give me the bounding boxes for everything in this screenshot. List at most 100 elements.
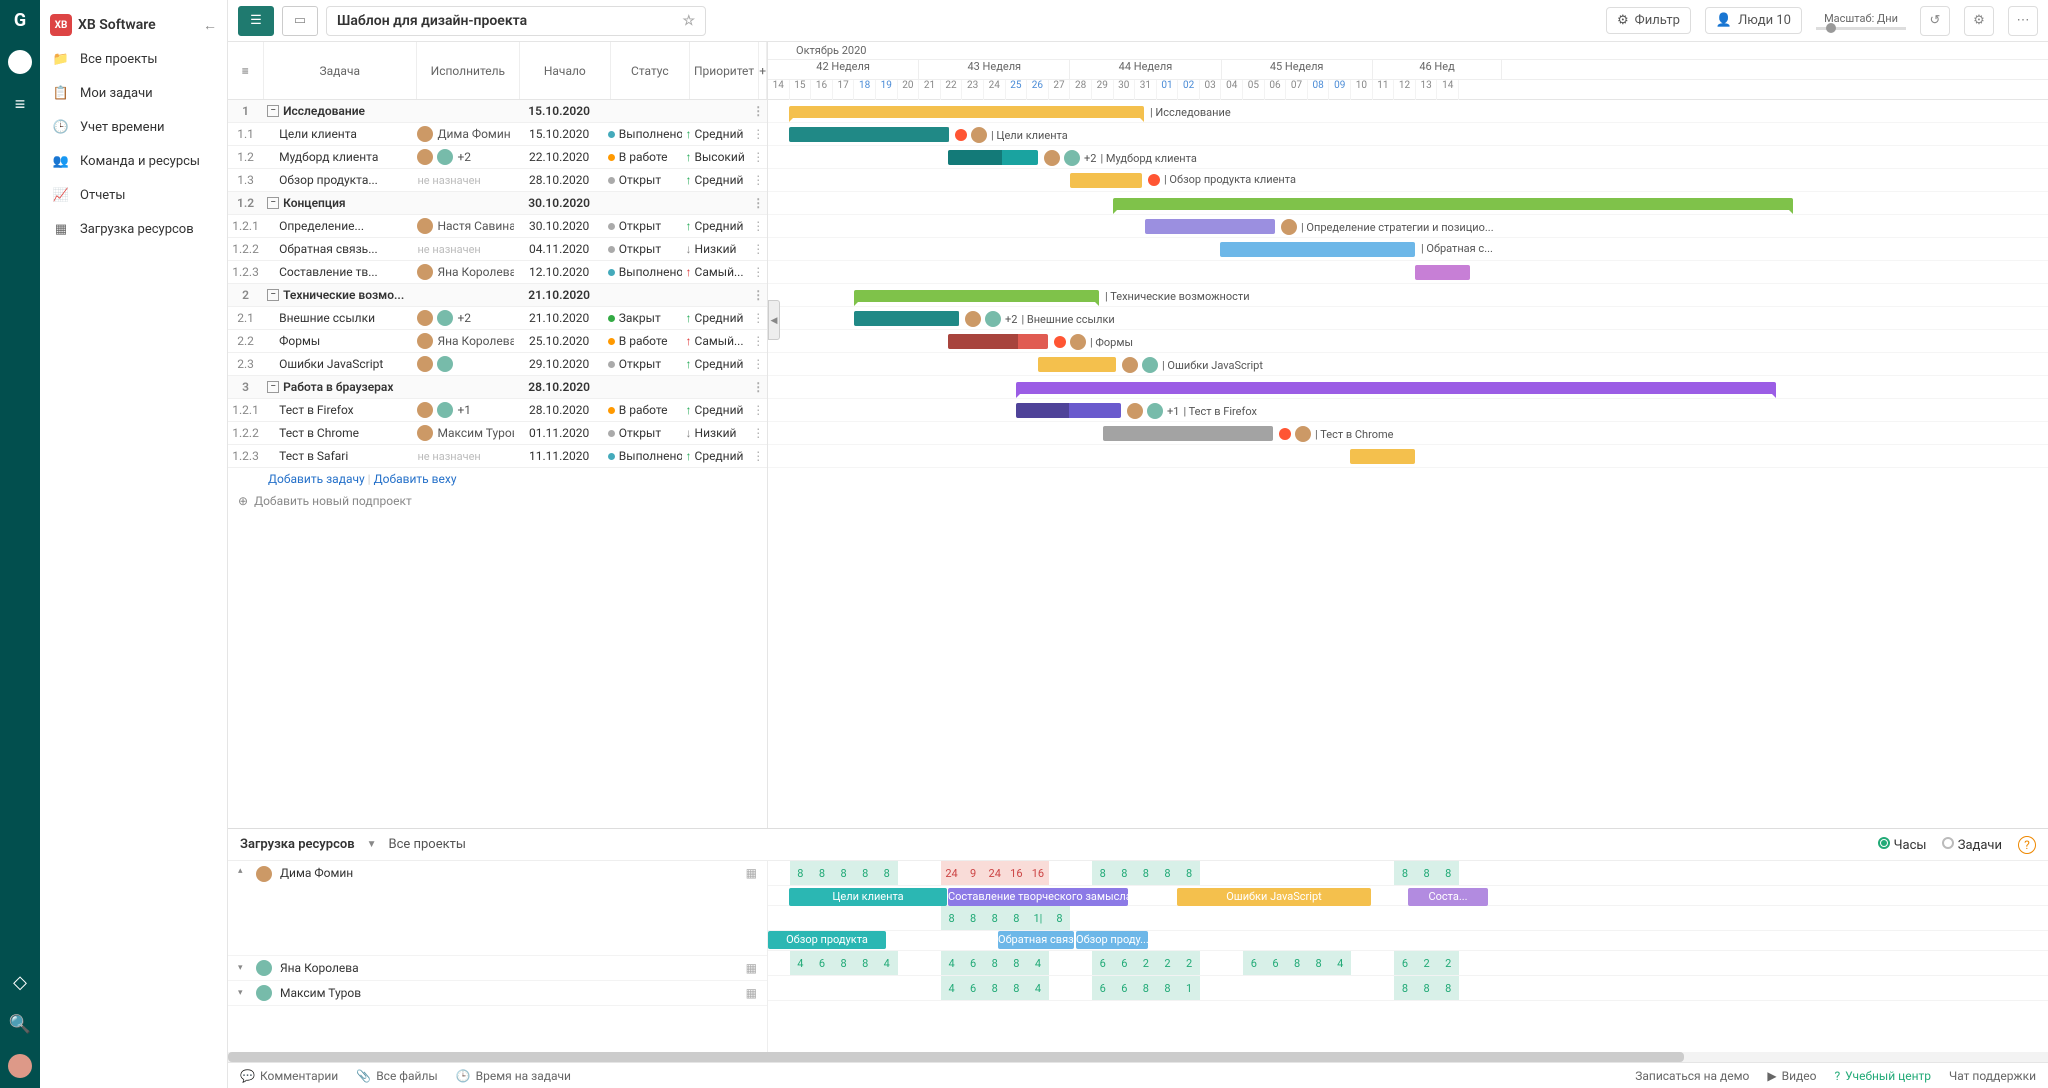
workload-cell[interactable] bbox=[919, 976, 941, 1000]
workload-cell[interactable] bbox=[1243, 861, 1265, 885]
expand-icon[interactable]: ▾ bbox=[238, 988, 248, 998]
workload-cell[interactable]: 8 bbox=[1092, 861, 1114, 885]
collapse-icon[interactable]: − bbox=[267, 197, 279, 209]
workload-cell[interactable] bbox=[1070, 976, 1092, 1000]
row-menu-icon[interactable]: ⋮ bbox=[750, 196, 767, 210]
workload-cell[interactable] bbox=[768, 976, 790, 1000]
workload-cell[interactable]: 8 bbox=[984, 951, 1006, 975]
task-row[interactable]: 1.1 Цели клиента Дима Фомин 15.10.2020 В… bbox=[228, 123, 767, 146]
row-menu-icon[interactable]: ⋮ bbox=[750, 334, 767, 348]
files-button[interactable]: 📎 Все файлы bbox=[356, 1069, 437, 1083]
col-owner[interactable]: Исполнитель bbox=[417, 42, 520, 99]
calendar-icon[interactable]: ▦ bbox=[746, 866, 757, 880]
mode-hours[interactable]: Часы bbox=[1878, 837, 1926, 853]
task-row[interactable]: 1.2.3 Тест в Safari не назначен 11.11.20… bbox=[228, 445, 767, 468]
create-button[interactable]: + bbox=[8, 50, 32, 74]
add-milestone-link[interactable]: Добавить веху bbox=[374, 472, 457, 486]
workload-cell[interactable]: 6 bbox=[811, 951, 833, 975]
gantt-bar[interactable]: | Исследование bbox=[789, 106, 1144, 118]
workload-cell[interactable] bbox=[790, 976, 812, 1000]
workload-cell[interactable]: 6 bbox=[962, 951, 984, 975]
workload-cell[interactable]: 6 bbox=[962, 976, 984, 1000]
workload-cell[interactable]: 6 bbox=[1114, 976, 1136, 1000]
workload-cell[interactable] bbox=[1286, 976, 1308, 1000]
gantt-view-button[interactable]: ☰ bbox=[238, 6, 274, 36]
workload-cell[interactable] bbox=[876, 906, 898, 930]
help-link[interactable]: ? Учебный центр bbox=[1834, 1069, 1931, 1083]
sidebar-item-2[interactable]: 🕒 Учет времени bbox=[40, 110, 227, 144]
gantt-bar[interactable]: | Технические возможности bbox=[854, 290, 1099, 302]
workload-help-icon[interactable]: ? bbox=[2018, 836, 2036, 854]
workload-taskbar[interactable]: Обратная связь bbox=[998, 931, 1074, 949]
workload-cell[interactable]: 8 bbox=[1416, 861, 1438, 885]
horizontal-scrollbar[interactable] bbox=[228, 1052, 2048, 1062]
workload-cell[interactable] bbox=[1221, 951, 1243, 975]
workload-cell[interactable] bbox=[811, 906, 833, 930]
collapse-icon[interactable]: − bbox=[267, 105, 279, 117]
gantt-bar[interactable]: +2 | Мудборд клиента bbox=[948, 150, 1038, 165]
workload-cell[interactable]: 16 bbox=[1006, 861, 1028, 885]
menu-icon[interactable]: ≡ bbox=[8, 92, 32, 116]
filter-button[interactable]: ⚙Фильтр bbox=[1606, 7, 1691, 34]
workload-dropdown-icon[interactable]: ▼ bbox=[367, 839, 377, 850]
workload-cell[interactable]: 1| bbox=[1027, 906, 1049, 930]
workload-cell[interactable]: 4 bbox=[1329, 951, 1351, 975]
workload-cell[interactable]: 6 bbox=[1092, 976, 1114, 1000]
workspace-header[interactable]: XB XB Software ← bbox=[40, 8, 227, 42]
workload-cell[interactable]: 8 bbox=[811, 861, 833, 885]
workload-cell[interactable] bbox=[1221, 861, 1243, 885]
workload-cell[interactable]: 8 bbox=[1308, 951, 1330, 975]
workload-cell[interactable] bbox=[1373, 951, 1395, 975]
workload-cell[interactable] bbox=[919, 906, 941, 930]
settings-icon[interactable]: ⚙ bbox=[1964, 6, 1994, 36]
workload-cell[interactable] bbox=[1329, 976, 1351, 1000]
workload-cell[interactable] bbox=[833, 976, 855, 1000]
workload-cell[interactable]: 24 bbox=[984, 861, 1006, 885]
workload-cell[interactable] bbox=[768, 951, 790, 975]
task-row[interactable]: 2.1 Внешние ссылки +2 21.10.2020 Закрыт … bbox=[228, 307, 767, 330]
workload-cell[interactable] bbox=[1243, 976, 1265, 1000]
app-logo[interactable]: G bbox=[8, 8, 32, 32]
task-row[interactable]: 1.2 −Концепция 30.10.2020 ⋮ bbox=[228, 192, 767, 215]
workload-cell[interactable]: 16 bbox=[1027, 861, 1049, 885]
expand-icon[interactable]: ▾ bbox=[238, 963, 248, 973]
workload-cell[interactable] bbox=[1049, 951, 1071, 975]
gantt-bar[interactable]: | Обзор продукта клиента bbox=[1070, 173, 1142, 188]
sidebar-item-4[interactable]: 📈 Отчеты bbox=[40, 178, 227, 212]
workload-cell[interactable] bbox=[919, 861, 941, 885]
workload-cell[interactable] bbox=[1373, 976, 1395, 1000]
zoom-control[interactable]: Масштаб: Дни bbox=[1816, 12, 1906, 30]
workload-cell[interactable]: 8 bbox=[1135, 976, 1157, 1000]
row-menu-icon[interactable]: ⋮ bbox=[750, 380, 767, 394]
demo-link[interactable]: Записаться на демо bbox=[1635, 1069, 1749, 1083]
workload-cell[interactable]: 8 bbox=[984, 906, 1006, 930]
calendar-icon[interactable]: ▦ bbox=[746, 961, 757, 975]
workload-taskbar[interactable]: Составление творческого замысла и... bbox=[948, 888, 1128, 906]
workload-cell[interactable]: 8 bbox=[1135, 861, 1157, 885]
gantt-bar[interactable] bbox=[1016, 382, 1776, 394]
workload-cell[interactable]: 8 bbox=[1006, 976, 1028, 1000]
workload-cell[interactable]: 6 bbox=[1394, 951, 1416, 975]
workload-taskbar[interactable]: Соста... bbox=[1408, 888, 1488, 906]
workload-cell[interactable]: 2 bbox=[1135, 951, 1157, 975]
task-row[interactable]: 2.2 Формы Яна Королева 25.10.2020 В рабо… bbox=[228, 330, 767, 353]
sort-icon[interactable]: ≡ bbox=[228, 42, 264, 99]
row-menu-icon[interactable]: ⋮ bbox=[750, 357, 767, 371]
favorite-icon[interactable]: ☆ bbox=[682, 13, 695, 29]
task-row[interactable]: 2 −Технические возмо... 21.10.2020 ⋮ bbox=[228, 284, 767, 307]
workload-cell[interactable]: 8 bbox=[1157, 976, 1179, 1000]
row-menu-icon[interactable]: ⋮ bbox=[750, 127, 767, 141]
workload-cell[interactable]: 8 bbox=[1437, 976, 1459, 1000]
workload-cell[interactable] bbox=[1351, 976, 1373, 1000]
row-menu-icon[interactable]: ⋮ bbox=[750, 219, 767, 233]
workload-cell[interactable]: 8 bbox=[941, 906, 963, 930]
notifications-icon[interactable]: ◇ bbox=[8, 970, 32, 994]
collapse-icon[interactable]: ▴ bbox=[238, 866, 248, 876]
workload-cell[interactable]: 8 bbox=[1394, 861, 1416, 885]
workload-cell[interactable]: 8 bbox=[1394, 976, 1416, 1000]
collapse-grid-handle[interactable]: ◀ bbox=[768, 300, 780, 340]
row-menu-icon[interactable]: ⋮ bbox=[750, 242, 767, 256]
row-menu-icon[interactable]: ⋮ bbox=[750, 311, 767, 325]
workload-cell[interactable]: 4 bbox=[941, 951, 963, 975]
workload-cell[interactable]: 2 bbox=[1416, 951, 1438, 975]
